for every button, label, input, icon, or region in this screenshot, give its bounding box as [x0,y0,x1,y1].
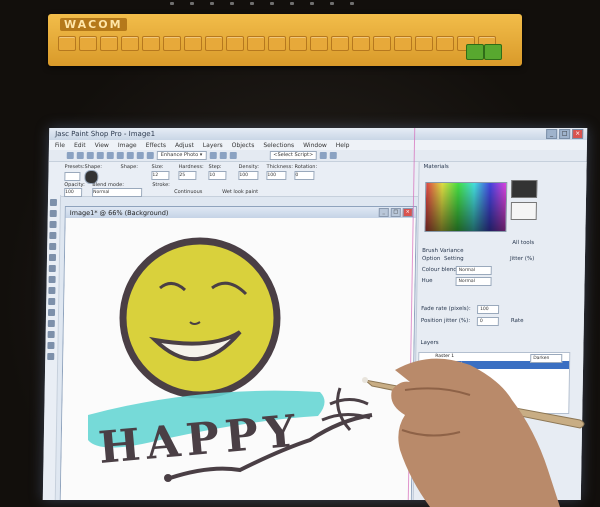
photo-scene: WACOM Jasc Paint Shop Pro - Image1 _ □ × [0,0,600,507]
stylus-tip [362,377,368,383]
hand [391,358,560,507]
hand-with-stylus [362,358,585,507]
